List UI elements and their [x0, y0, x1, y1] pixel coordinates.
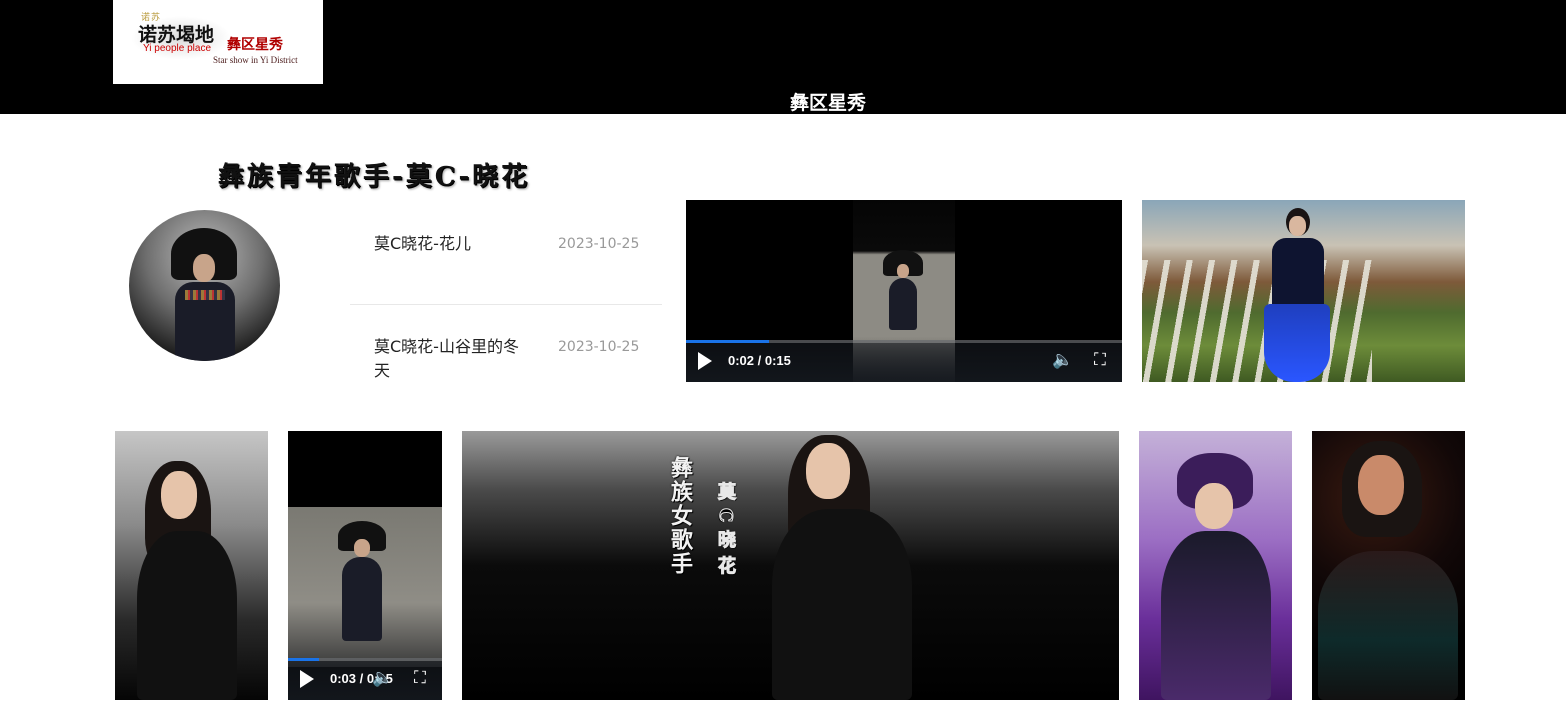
video-controls: 0:03 / 0:15 🔈 ⛶ [288, 658, 442, 700]
video-progress-fill [288, 658, 319, 661]
woman-figure [1262, 208, 1332, 382]
video-progress-fill [686, 340, 769, 343]
video-progress-bar[interactable] [686, 340, 1122, 343]
song-title[interactable]: 莫C晓花-花儿 [374, 232, 534, 256]
list-divider [350, 304, 662, 305]
banner-vertical-text-2: 莫C晓花 [715, 481, 737, 583]
video-time: 0:02 / 0:15 [728, 353, 791, 368]
site-logo[interactable]: 诺苏 诺苏堨地 Yi people place 彝区星秀 Star show i… [113, 0, 323, 84]
play-icon[interactable] [300, 670, 314, 688]
nav-item-yi-star-show[interactable]: 彝区星秀 [790, 88, 866, 115]
volume-icon[interactable]: 🔈 [372, 669, 393, 687]
fence-graphic [1142, 260, 1372, 382]
banner-vertical-text-1: 彝族女歌手 [667, 456, 693, 576]
singer-avatar [129, 210, 280, 361]
volume-icon[interactable]: 🔈 [1052, 351, 1073, 369]
song-date: 2023-10-25 [558, 339, 640, 355]
video-thumbnail [288, 507, 442, 667]
fullscreen-icon[interactable]: ⛶ [414, 669, 426, 687]
photo-portrait-3[interactable] [1312, 431, 1465, 700]
video-player-main[interactable]: 0:02 / 0:15 🔈 ⛶ [686, 200, 1122, 382]
photo-portrait-2[interactable] [1139, 431, 1292, 700]
logo-en-name: Yi people place [143, 43, 212, 54]
photo-landscape[interactable] [1142, 200, 1465, 382]
fullscreen-icon[interactable]: ⛶ [1094, 351, 1106, 369]
section-title: 彝族青年歌手-莫C-晓花 [218, 162, 531, 192]
logo-star-show: Star show in Yi District [213, 55, 298, 65]
song-title[interactable]: 莫C晓花-山谷里的冬天 [374, 335, 534, 383]
avatar-figure [129, 210, 280, 361]
site-header: 诺苏 诺苏堨地 Yi people place 彝区星秀 Star show i… [0, 0, 1566, 114]
video-progress-bar[interactable] [288, 658, 442, 661]
logo-red-title: 彝区星秀 [227, 37, 283, 53]
list-item[interactable]: 莫C晓花-山谷里的冬天 2023-10-25 [350, 335, 662, 395]
list-item[interactable]: 莫C晓花-花儿 2023-10-25 [350, 232, 662, 292]
photo-portrait-1[interactable] [115, 431, 268, 700]
song-date: 2023-10-25 [558, 236, 640, 252]
play-icon[interactable] [698, 352, 712, 370]
video-player-small[interactable]: 0:03 / 0:15 🔈 ⛶ [288, 431, 442, 700]
video-controls: 0:02 / 0:15 🔈 ⛶ [686, 340, 1122, 382]
photo-banner[interactable]: 彝族女歌手 莫C晓花 [462, 431, 1119, 700]
